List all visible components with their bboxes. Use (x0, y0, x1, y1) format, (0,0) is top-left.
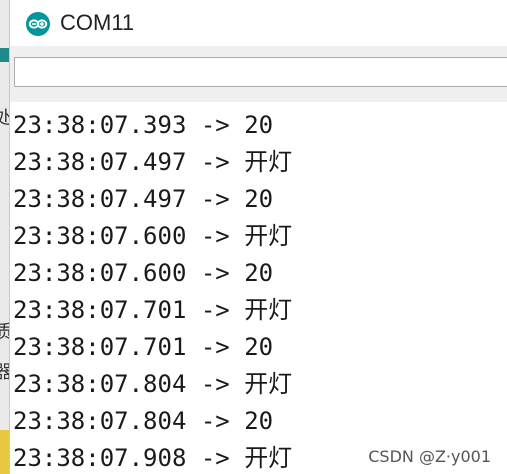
serial-monitor-main: COM11 23:38:07.393 -> 20 23:38:07.497 ->… (9, 0, 507, 474)
serial-output-line: 23:38:07.497 -> 开灯 (13, 148, 293, 176)
serial-output-line: 23:38:07.701 -> 开灯 (13, 296, 293, 324)
serial-output-line: 23:38:07.701 -> 20 (13, 333, 274, 361)
background-highlight-block (0, 430, 9, 474)
background-text-fragment: 质 (0, 324, 9, 342)
serial-output-line: 23:38:07.804 -> 开灯 (13, 370, 293, 398)
send-message-input[interactable] (14, 57, 507, 87)
background-window-strip: 处 质 器 (0, 0, 9, 474)
arduino-infinity-icon (26, 12, 50, 36)
send-bar (10, 46, 507, 102)
serial-output-line: 23:38:07.497 -> 20 (13, 185, 274, 213)
background-text-fragment: 器 (0, 364, 9, 382)
serial-output-line: 23:38:07.908 -> 开灯 (13, 444, 293, 472)
serial-output-pane[interactable]: 23:38:07.393 -> 20 23:38:07.497 -> 开灯 23… (10, 104, 507, 474)
serial-output-line: 23:38:07.600 -> 开灯 (13, 222, 293, 250)
window-title: COM11 (60, 10, 135, 35)
background-text-fragment: 处 (0, 110, 9, 128)
serial-monitor-window: 处 质 器 COM11 23:38:07.393 -> 20 23:38:07.… (0, 0, 507, 474)
serial-output-line: 23:38:07.600 -> 20 (13, 259, 274, 287)
serial-output-line: 23:38:07.393 -> 20 (13, 111, 274, 139)
serial-output-line: 23:38:07.804 -> 20 (13, 407, 274, 435)
watermark: CSDN @Z·y001 (366, 447, 493, 466)
title-bar[interactable]: COM11 (10, 0, 507, 46)
background-accent-block (0, 48, 9, 62)
